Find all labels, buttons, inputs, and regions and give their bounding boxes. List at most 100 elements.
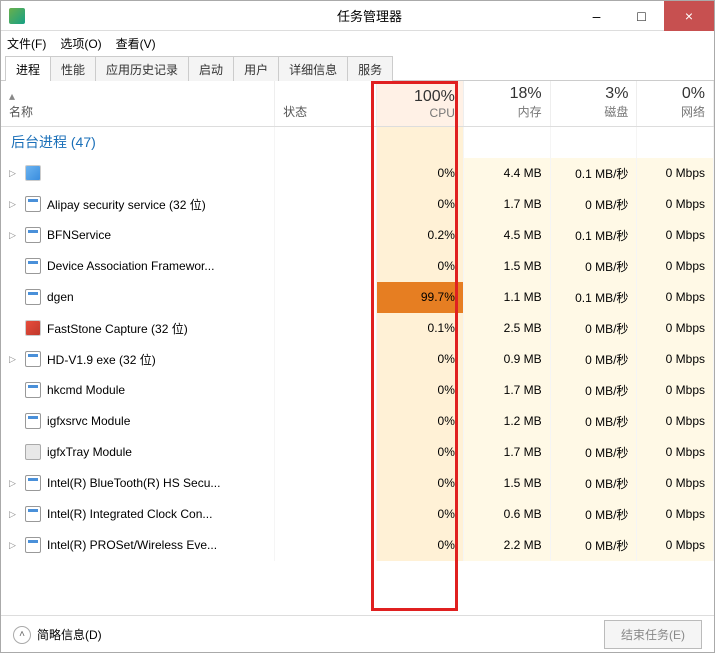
table-row[interactable]: hkcmd Module0%1.7 MB0 MB/秒0 Mbps [1, 375, 714, 406]
status-cell [275, 158, 377, 189]
cpu-cell: 0% [377, 499, 464, 530]
process-table-scroll[interactable]: ▴名称 状态 100%CPU 18%内存 3%磁盘 0%网络 后台进程 (47)… [1, 81, 714, 615]
memory-cell: 2.2 MB [463, 530, 550, 561]
process-name: Device Association Framewor... [47, 259, 214, 273]
window-controls: – □ × [574, 1, 714, 31]
process-name: igfxTray Module [47, 445, 132, 459]
maximize-button[interactable]: □ [619, 1, 664, 31]
col-header-network[interactable]: 0%网络 [637, 81, 714, 127]
process-icon [25, 320, 41, 336]
table-row[interactable]: igfxTray Module0%1.7 MB0 MB/秒0 Mbps [1, 437, 714, 468]
col-header-disk[interactable]: 3%磁盘 [550, 81, 637, 127]
expand-icon[interactable]: ▷ [9, 478, 19, 489]
group-background-processes[interactable]: 后台进程 (47) [1, 127, 714, 158]
col-header-memory[interactable]: 18%内存 [463, 81, 550, 127]
menu-view[interactable]: 查看(V) [116, 35, 156, 52]
cpu-cell: 99.7% [377, 282, 464, 313]
cpu-cell: 0% [377, 468, 464, 499]
network-cell: 0 Mbps [637, 220, 714, 251]
expand-icon[interactable]: ▷ [9, 168, 19, 179]
disk-cell: 0 MB/秒 [550, 468, 637, 499]
cpu-cell: 0% [377, 344, 464, 375]
disk-cell: 0 MB/秒 [550, 344, 637, 375]
footer: ˄ 简略信息(D) 结束任务(E) [1, 615, 714, 653]
table-row[interactable]: Device Association Framewor... 0%1.5 MB 0 … [1, 251, 714, 282]
close-button[interactable]: × [664, 1, 714, 31]
table-row[interactable]: ▷ BFNService 0.2%4.5 MB0.1 MB/秒0 Mbps [1, 220, 714, 251]
col-header-name[interactable]: ▴名称 [1, 81, 275, 127]
status-cell [275, 437, 377, 468]
table-row[interactable]: ▷ Intel(R) Integrated Clock Con... 0%0.6 M… [1, 499, 714, 530]
cpu-cell: 0% [377, 437, 464, 468]
process-name: Intel(R) Integrated Clock Con... [47, 507, 212, 521]
memory-cell: 1.7 MB [463, 375, 550, 406]
menu-options[interactable]: 选项(O) [60, 35, 101, 52]
network-cell: 0 Mbps [637, 499, 714, 530]
memory-cell: 1.5 MB [463, 251, 550, 282]
network-cell: 0 Mbps [637, 375, 714, 406]
network-cell: 0 Mbps [637, 251, 714, 282]
process-name: igfxsrvc Module [47, 414, 130, 428]
process-icon [25, 289, 41, 305]
disk-cell: 0 MB/秒 [550, 406, 637, 437]
table-row[interactable]: dgen99.7%1.1 MB0.1 MB/秒0 Mbps [1, 282, 714, 313]
cpu-cell: 0% [377, 375, 464, 406]
app-icon [9, 8, 25, 24]
network-cell: 0 Mbps [637, 530, 714, 561]
tab-users[interactable]: 用户 [233, 56, 279, 81]
memory-cell: 1.1 MB [463, 282, 550, 313]
cpu-cell: 0% [377, 530, 464, 561]
expand-icon[interactable]: ▷ [9, 230, 19, 241]
disk-cell: 0 MB/秒 [550, 189, 637, 220]
process-icon [25, 196, 41, 212]
disk-cell: 0 MB/秒 [550, 437, 637, 468]
tab-startup[interactable]: 启动 [188, 56, 234, 81]
status-cell [275, 220, 377, 251]
tab-performance[interactable]: 性能 [50, 56, 96, 81]
expand-icon[interactable]: ▷ [9, 199, 19, 210]
tab-details[interactable]: 详细信息 [278, 56, 348, 81]
expand-icon[interactable]: ▷ [9, 354, 19, 365]
disk-cell: 0 MB/秒 [550, 313, 637, 344]
process-name: Intel(R) PROSet/Wireless Eve... [47, 538, 217, 552]
tab-history[interactable]: 应用历史记录 [95, 56, 189, 81]
minimize-button[interactable]: – [574, 1, 619, 31]
table-row[interactable]: ▷0%4.4 MB0.1 MB/秒0 Mbps [1, 158, 714, 189]
status-cell [275, 251, 377, 282]
memory-cell: 1.2 MB [463, 406, 550, 437]
disk-cell: 0.1 MB/秒 [550, 220, 637, 251]
memory-cell: 1.5 MB [463, 468, 550, 499]
cpu-cell: 0.2% [377, 220, 464, 251]
expand-icon[interactable]: ▷ [9, 540, 19, 551]
disk-cell: 0 MB/秒 [550, 375, 637, 406]
fewer-details-button[interactable]: ˄ 简略信息(D) [13, 626, 102, 644]
memory-cell: 0.6 MB [463, 499, 550, 530]
process-name: BFNService [47, 228, 111, 242]
process-table: ▴名称 状态 100%CPU 18%内存 3%磁盘 0%网络 后台进程 (47)… [1, 81, 714, 561]
content-area: ▴名称 状态 100%CPU 18%内存 3%磁盘 0%网络 后台进程 (47)… [1, 81, 714, 615]
memory-cell: 4.4 MB [463, 158, 550, 189]
disk-cell: 0.1 MB/秒 [550, 282, 637, 313]
tab-services[interactable]: 服务 [347, 56, 393, 81]
table-row[interactable]: FastStone Capture (32 位)0.1%2.5 MB0 MB/秒… [1, 313, 714, 344]
tab-processes[interactable]: 进程 [5, 56, 51, 81]
table-row[interactable]: ▷Intel(R) BlueTooth(R) HS Secu...0%1.5 M… [1, 468, 714, 499]
col-header-cpu[interactable]: 100%CPU [377, 81, 464, 127]
memory-cell: 4.5 MB [463, 220, 550, 251]
table-row[interactable]: ▷HD-V1.9 exe (32 位)0%0.9 MB0 MB/秒0 Mbps [1, 344, 714, 375]
end-task-button[interactable]: 结束任务(E) [604, 620, 702, 649]
col-header-status[interactable]: 状态 [275, 81, 377, 127]
network-cell: 0 Mbps [637, 344, 714, 375]
cpu-cell: 0% [377, 251, 464, 282]
process-icon [25, 227, 41, 243]
table-row[interactable]: igfxsrvc Module0%1.2 MB0 MB/秒0 Mbps [1, 406, 714, 437]
titlebar: 任务管理器 – □ × [1, 1, 714, 31]
table-row[interactable]: ▷ Intel(R) PROSet/Wireless Eve... 0%2.2 MB… [1, 530, 714, 561]
status-cell [275, 313, 377, 344]
network-cell: 0 Mbps [637, 468, 714, 499]
expand-icon[interactable]: ▷ [9, 509, 19, 520]
table-row[interactable]: ▷Alipay security service (32 位)0%1.7 MB0… [1, 189, 714, 220]
disk-cell: 0.1 MB/秒 [550, 158, 637, 189]
menu-file[interactable]: 文件(F) [7, 35, 46, 52]
cpu-cell: 0% [377, 189, 464, 220]
